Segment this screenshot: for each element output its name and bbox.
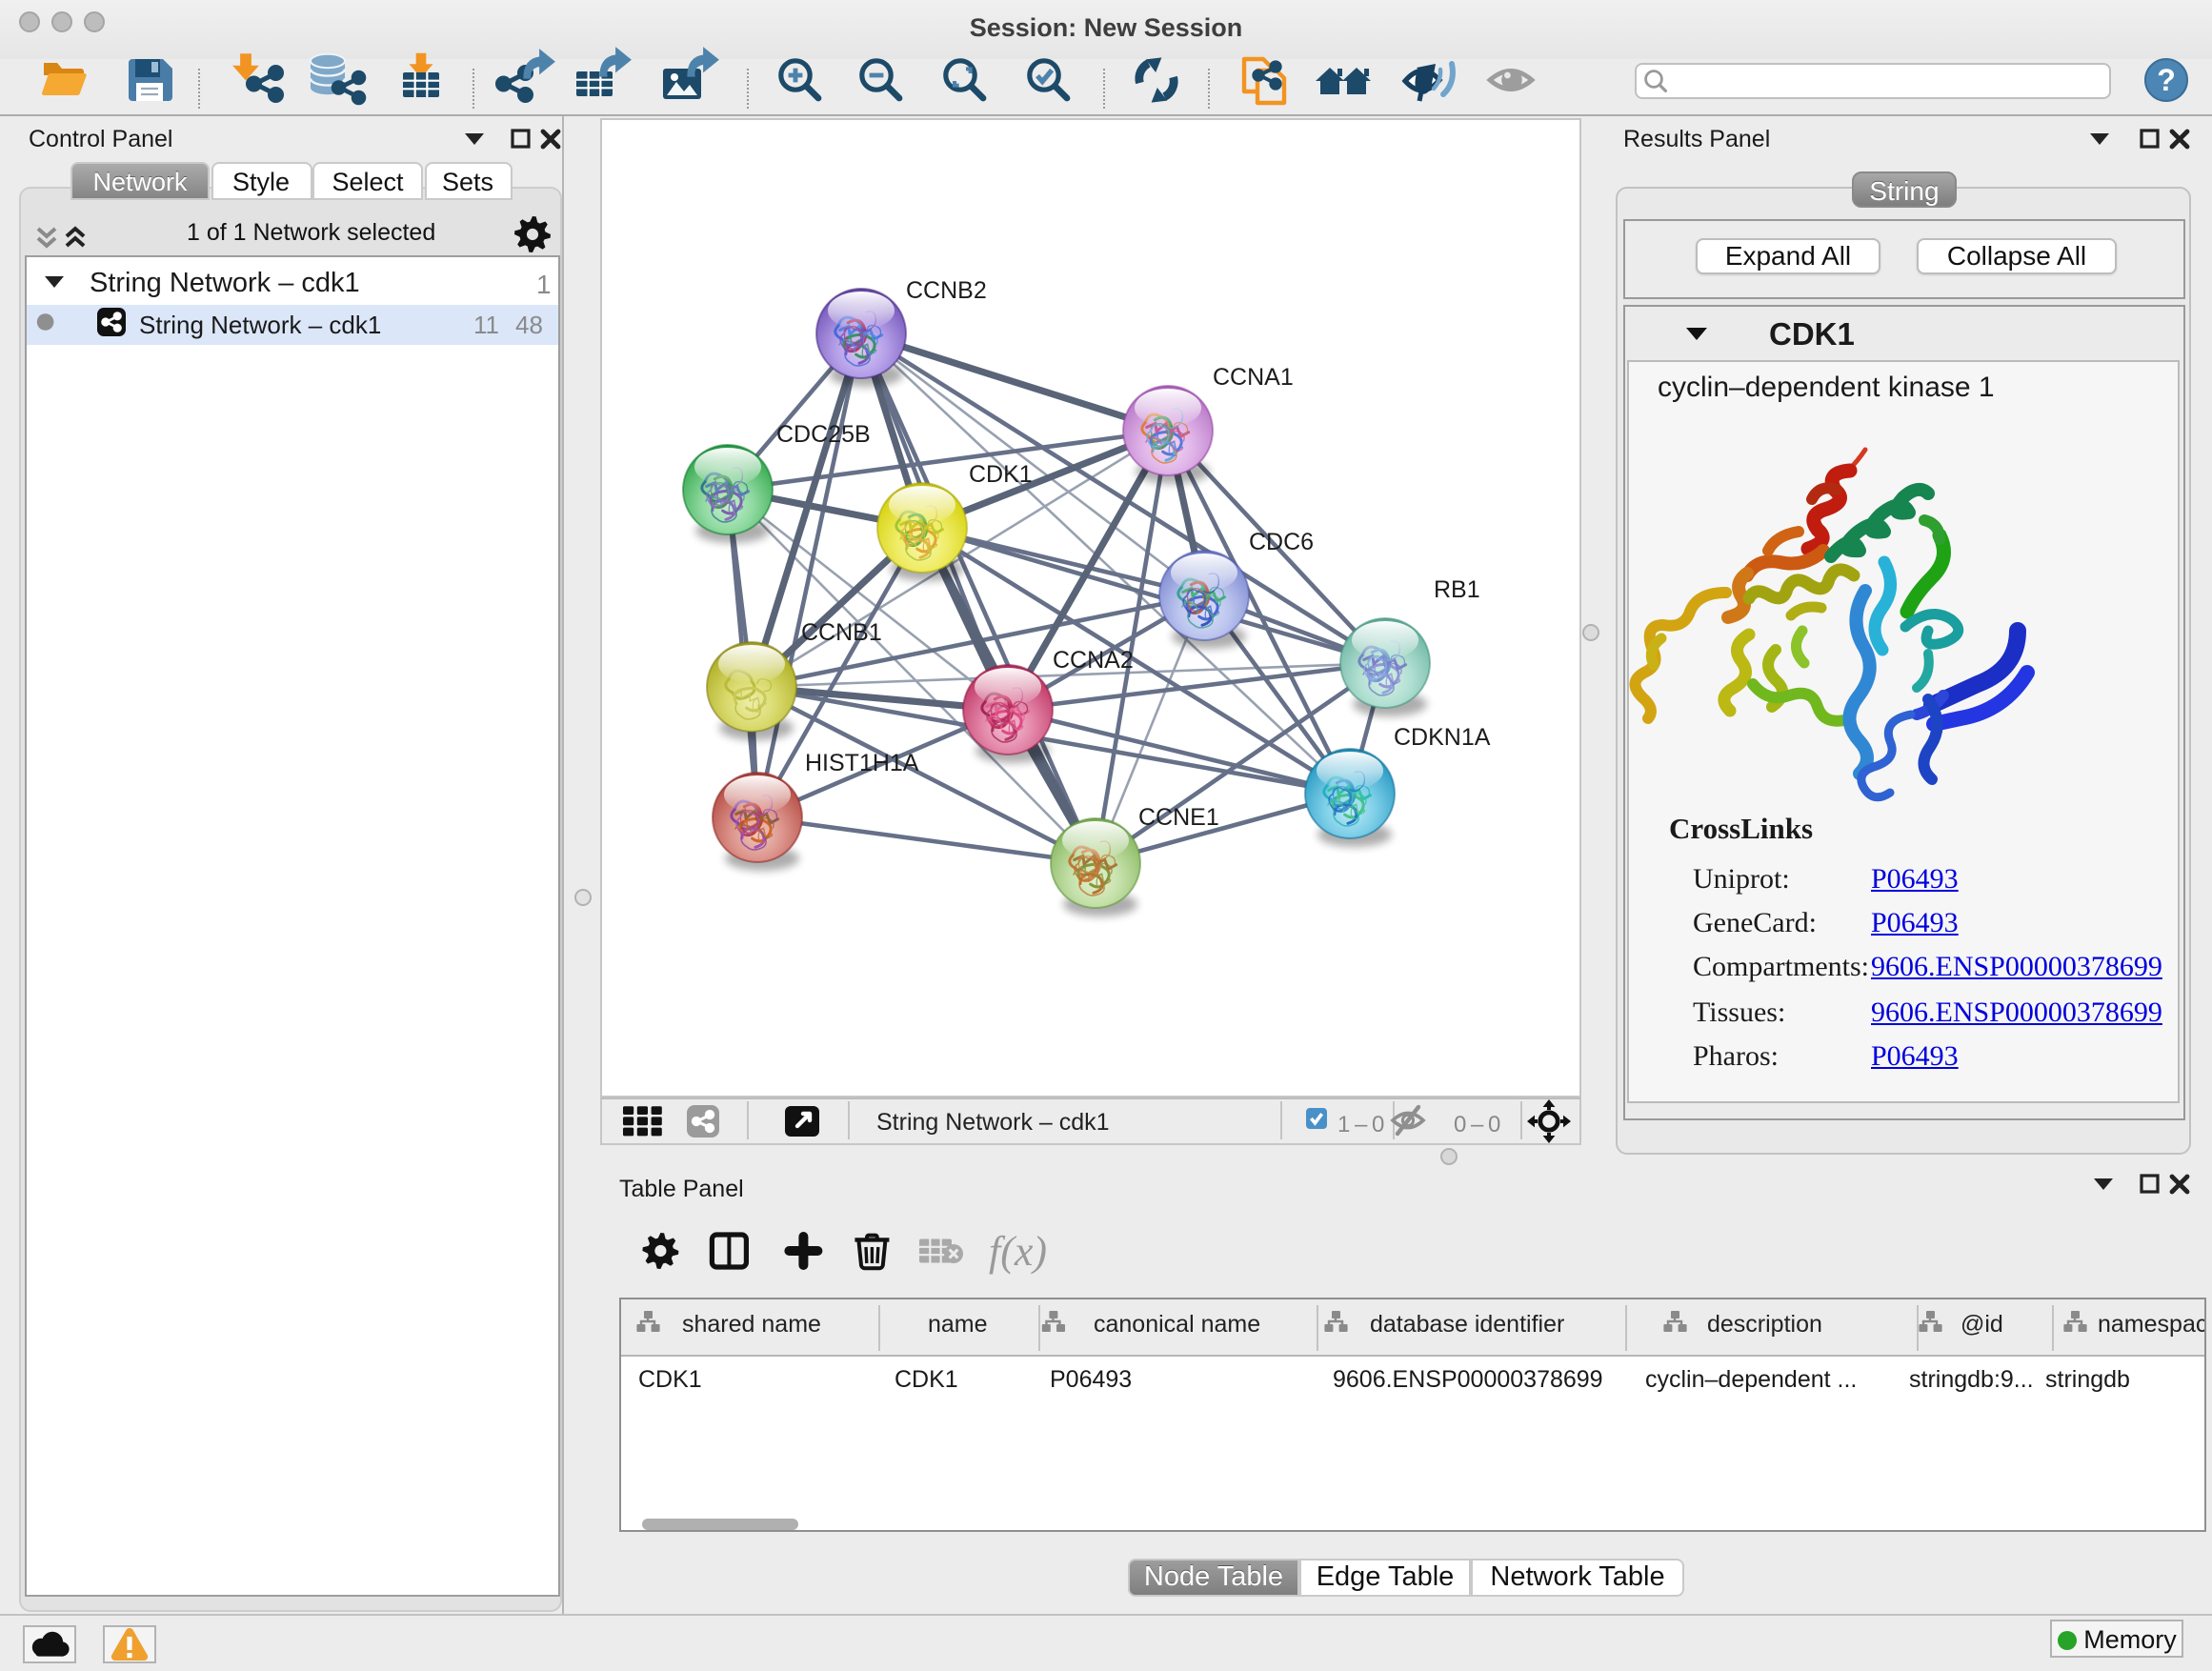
svg-text:CDC25B: CDC25B (775, 420, 870, 447)
svg-text:HIST1H1A: HIST1H1A (804, 749, 918, 775)
svg-text:?: ? (2157, 63, 2176, 97)
svg-text:CCNE1: CCNE1 (1137, 803, 1218, 830)
svg-text:CCNB2: CCNB2 (905, 276, 986, 303)
svg-text:CDC6: CDC6 (1248, 528, 1313, 554)
svg-text:CCNA2: CCNA2 (1052, 646, 1133, 673)
svg-text:CDK1: CDK1 (968, 460, 1032, 487)
svg-text:f(x): f(x) (989, 1228, 1047, 1275)
svg-text:CCNB1: CCNB1 (800, 618, 881, 645)
svg-text:RB1: RB1 (1433, 575, 1479, 602)
svg-text:CCNA1: CCNA1 (1212, 363, 1293, 390)
svg-text:CDKN1A: CDKN1A (1393, 723, 1490, 750)
